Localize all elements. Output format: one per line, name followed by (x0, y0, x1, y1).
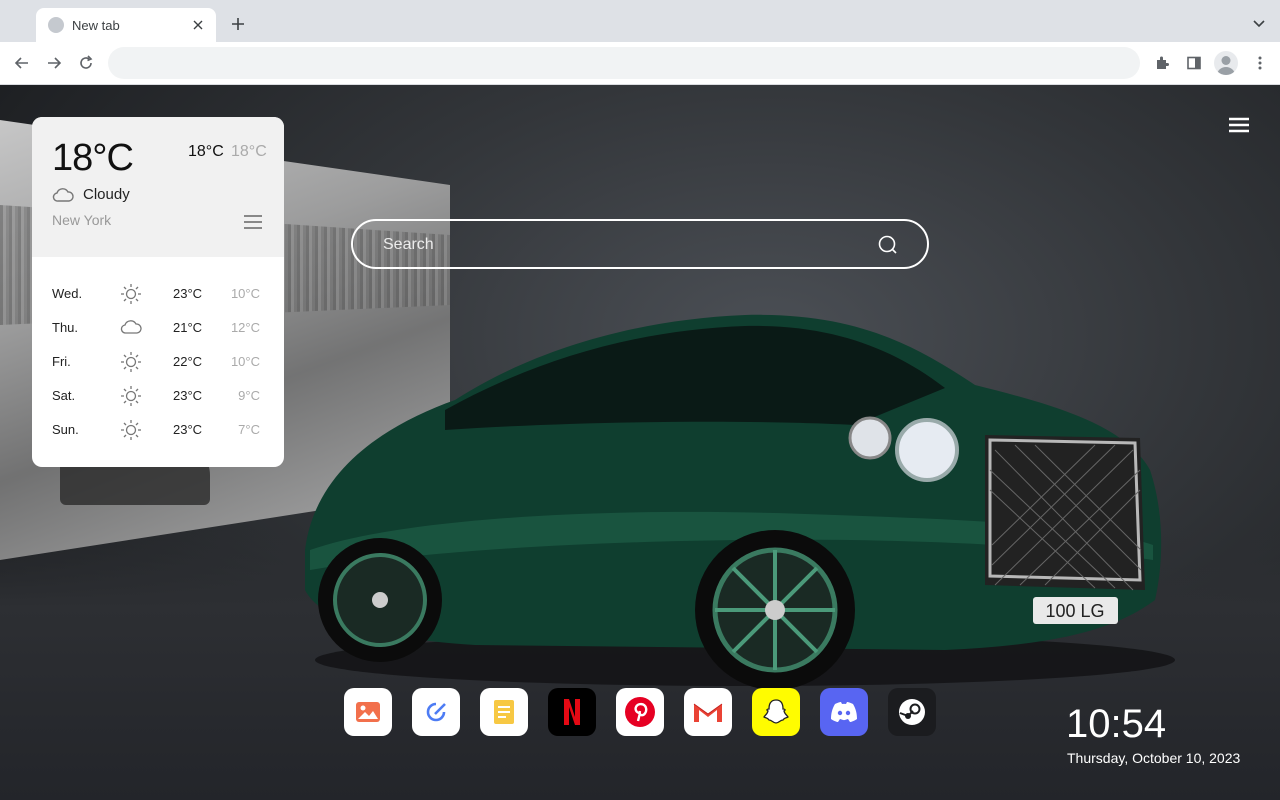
forecast-high: 22°C (173, 354, 203, 369)
forecast-high: 23°C (173, 388, 203, 403)
weather-condition: Cloudy (83, 186, 130, 203)
forecast-high: 23°C (173, 286, 203, 301)
high-temperature: 18°C (188, 143, 224, 160)
hamburger-menu-icon[interactable] (1229, 117, 1249, 133)
pinterest-icon (625, 697, 655, 727)
low-temperature: 18°C (231, 143, 267, 160)
edit-icon (426, 702, 446, 722)
new-tab-button[interactable] (228, 14, 248, 34)
photos-icon (356, 702, 380, 722)
notes-app-button[interactable] (480, 688, 528, 736)
sun-icon (121, 352, 141, 372)
notes-icon (494, 700, 514, 724)
new-tab-page: 100 LG 18°C 18°C 18°C Cloudy New York We… (0, 85, 1280, 800)
app-dock (344, 688, 936, 736)
steam-icon (899, 699, 925, 725)
more-menu-icon[interactable] (1250, 53, 1270, 73)
search-icon[interactable] (877, 234, 899, 256)
clock-time: 10:54 (1066, 702, 1167, 746)
forecast-high: 23°C (173, 422, 203, 437)
clock-date: Thursday, October 10, 2023 (1067, 750, 1241, 766)
forecast-low: 10°C (230, 286, 260, 301)
forecast-day: Fri. (52, 354, 71, 369)
edit-app-button[interactable] (412, 688, 460, 736)
forecast-list: Wed. 23°C 10°C Thu. 21°C 12°C Fri. 22°C … (52, 277, 264, 447)
steam-app-button[interactable] (888, 688, 936, 736)
forecast-low: 10°C (230, 354, 260, 369)
discord-app-button[interactable] (820, 688, 868, 736)
sun-icon (121, 420, 141, 440)
forecast-row: Wed. 23°C 10°C (52, 277, 264, 311)
forecast-day: Sun. (52, 422, 79, 437)
netflix-app-button[interactable] (548, 688, 596, 736)
forward-button[interactable] (44, 53, 64, 73)
forecast-row: Sat. 23°C 9°C (52, 379, 264, 413)
front-wheel (695, 530, 855, 690)
browser-toolbar (0, 42, 1280, 85)
tab-new-tab[interactable]: New tab (36, 8, 216, 42)
discord-icon (831, 702, 857, 722)
weather-current: 18°C 18°C 18°C Cloudy New York (32, 117, 284, 257)
side-panel-icon[interactable] (1184, 53, 1204, 73)
snapchat-app-button[interactable] (752, 688, 800, 736)
current-temperature: 18°C (52, 137, 134, 179)
sun-icon (121, 284, 141, 304)
menu-icon[interactable] (244, 215, 262, 229)
close-icon[interactable] (190, 17, 206, 33)
forecast-low: 12°C (230, 320, 260, 335)
search-input[interactable] (383, 233, 863, 257)
forecast-row: Fri. 22°C 10°C (52, 345, 264, 379)
extensions-icon[interactable] (1152, 53, 1172, 73)
snapchat-icon (763, 699, 789, 724)
license-plate: 100 LG (1045, 601, 1104, 621)
gmail-app-button[interactable] (684, 688, 732, 736)
forecast-low: 9°C (238, 388, 260, 403)
forecast-row: Sun. 23°C 7°C (52, 413, 264, 447)
weather-city: New York (52, 212, 112, 228)
back-button[interactable] (12, 53, 32, 73)
profile-avatar[interactable] (1214, 51, 1238, 75)
forecast-day: Thu. (52, 320, 79, 335)
chevron-down-icon[interactable] (1252, 16, 1266, 28)
rear-wheel (318, 538, 442, 662)
reload-button[interactable] (76, 53, 96, 73)
cloud-icon (120, 320, 142, 334)
search-box (351, 219, 929, 269)
gmail-icon (693, 703, 723, 722)
photos-app-button[interactable] (344, 688, 392, 736)
cloud-icon (52, 188, 74, 202)
forecast-high: 21°C (173, 320, 203, 335)
netflix-icon (564, 699, 580, 725)
globe-icon (48, 17, 64, 33)
tab-title: New tab (72, 17, 120, 33)
pinterest-app-button[interactable] (616, 688, 664, 736)
forecast-day: Wed. (52, 286, 83, 301)
weather-widget[interactable]: 18°C 18°C 18°C Cloudy New York Wed. 23°C… (32, 117, 284, 467)
green-car-image: 100 LG (305, 314, 1175, 690)
forecast-row: Thu. 21°C 12°C (52, 311, 264, 345)
sun-icon (121, 386, 141, 406)
address-bar[interactable] (108, 47, 1140, 79)
tab-strip: New tab (0, 0, 1280, 42)
forecast-day: Sat. (52, 388, 76, 403)
forecast-low: 7°C (238, 422, 260, 437)
